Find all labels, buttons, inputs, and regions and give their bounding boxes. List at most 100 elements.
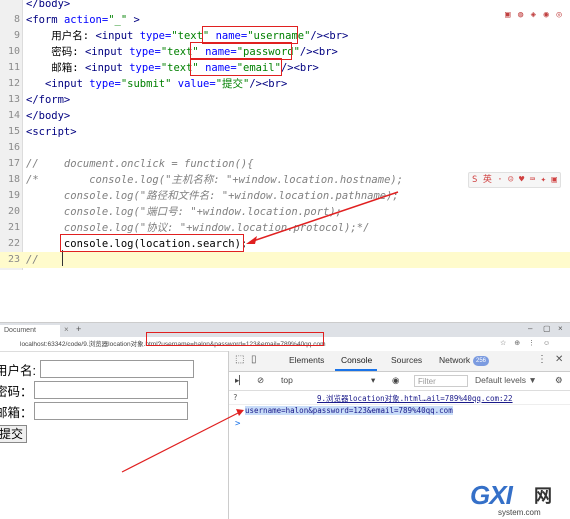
close-devtools-icon[interactable]: ✕	[555, 354, 563, 365]
maximize-icon[interactable]: ▢	[543, 324, 551, 333]
line-number: 23	[7, 254, 20, 265]
code-token: action=	[63, 14, 109, 26]
code-text: // document.onclick = function(){	[26, 156, 254, 172]
line-number: 10	[7, 46, 20, 57]
code-text: /* console.log("主机名称: "+window.location.…	[26, 172, 403, 188]
username-label: 用户名:	[0, 364, 36, 378]
code-token: </form>	[26, 94, 71, 106]
code-token: "username"	[247, 30, 311, 42]
code-line[interactable]: 9 用户名: <input type="text" name="username…	[0, 28, 570, 44]
context-select[interactable]: top	[281, 375, 293, 385]
code-line[interactable]: </body>	[0, 0, 570, 12]
code-line[interactable]: 8 <form action="_" >	[0, 12, 570, 28]
code-text: console.log("路径和文件名: "+window.location.p…	[26, 188, 399, 204]
code-editor[interactable]: </body> 8 <form action="_" >9 用户名: <input …	[0, 0, 570, 270]
code-line[interactable]: 20 console.log("端口号: "+window.location.p…	[0, 204, 570, 220]
code-text: 邮箱: <input type="text" name="email"/><br…	[26, 60, 319, 76]
browser-preview-icons[interactable]: ▣ ◍ ◈ ◉ ◎	[505, 10, 563, 20]
code-text: //	[26, 252, 39, 268]
code-token: "text"	[160, 46, 206, 58]
code-token: <input	[95, 30, 140, 42]
ime-toolbar[interactable]: S 英 · ☺ ♥ ⌨ ✦ ▣	[468, 172, 561, 188]
tab-document[interactable]: Document	[0, 325, 60, 337]
code-line[interactable]: 10 密码: <input type="text" name="password…	[0, 44, 570, 60]
address-bar-icons[interactable]: ☆ ⊕ ⋮ ☺	[500, 339, 553, 347]
console-divider	[229, 404, 570, 405]
tab-console[interactable]: Console	[341, 355, 372, 365]
inspect-icon[interactable]: ⬚	[235, 354, 244, 365]
line-number: 15	[7, 126, 20, 137]
code-text: console.log("协议: "+window.location.proto…	[26, 220, 369, 236]
code-token: "提交"	[215, 78, 250, 90]
log-source-link[interactable]: 9.浏览器location对象.html…ail=789%40qq.com:22	[317, 393, 513, 404]
code-token: 邮箱:	[26, 62, 85, 74]
code-line[interactable]: 15 <script>	[0, 124, 570, 140]
clear-console-icon[interactable]: ⊘	[257, 375, 264, 386]
console-toolbar: ▸▏ ⊘ top ▾ ◉ Filter Default levels ▼ ⚙	[229, 372, 570, 391]
text-cursor	[62, 250, 63, 266]
code-token: "email"	[236, 62, 281, 74]
highlight-query-string	[146, 332, 324, 346]
code-token: "text"	[171, 30, 216, 42]
device-toggle-icon[interactable]: ▯	[251, 354, 257, 365]
network-count-badge: 256	[473, 356, 490, 366]
watermark-logo: GXI	[470, 480, 513, 510]
watermark-domain: system.com	[498, 508, 541, 517]
line-number: 21	[7, 222, 20, 233]
new-tab-icon[interactable]: +	[76, 324, 81, 334]
console-prompt[interactable]: >	[235, 419, 240, 429]
code-line[interactable]: 16	[0, 140, 570, 156]
code-line[interactable]: 23 //	[0, 252, 570, 268]
eye-icon[interactable]: ◉	[392, 375, 399, 386]
code-text: console.log("端口号: "+window.location.port…	[26, 204, 342, 220]
code-token: </body>	[26, 0, 71, 10]
close-tab-icon[interactable]: ×	[64, 325, 69, 334]
code-line[interactable]: 22 console.log(location.search);	[0, 236, 570, 252]
submit-button[interactable]: 提交	[0, 425, 28, 443]
code-line[interactable]: 21 console.log("协议: "+window.location.pr…	[0, 220, 570, 236]
line-number: 14	[7, 110, 20, 121]
code-token: type=	[129, 62, 161, 74]
settings-gear-icon[interactable]: ⚙	[555, 375, 563, 386]
code-line[interactable]: 17 // document.onclick = function(){	[0, 156, 570, 172]
tab-elements[interactable]: Elements	[289, 355, 324, 365]
sidebar-toggle-icon[interactable]: ▸▏	[235, 375, 246, 386]
username-input[interactable]	[40, 360, 194, 378]
line-number: 17	[7, 158, 20, 169]
code-token: /* console.log("主机名称: "+window.location.…	[26, 174, 404, 186]
line-number: 12	[7, 78, 20, 89]
code-token: //	[26, 254, 39, 266]
code-token: <form	[26, 14, 64, 26]
password-input[interactable]	[34, 381, 188, 399]
context-dropdown-icon[interactable]: ▾	[371, 375, 375, 386]
code-line[interactable]: 12 <input type="submit" value="提交"/><br>	[0, 76, 570, 92]
log-levels-select[interactable]: Default levels ▼	[475, 375, 537, 385]
code-token: console.log(location.search);	[26, 238, 248, 250]
code-text: <script>	[26, 124, 77, 140]
email-input[interactable]	[34, 402, 188, 420]
site-watermark: GXI 网 system.com	[470, 480, 570, 518]
code-text: 密码: <input type="text" name="password"/>…	[26, 44, 338, 60]
code-line[interactable]: 19 console.log("路径和文件名: "+window.locatio…	[0, 188, 570, 204]
code-token: type=	[89, 78, 121, 90]
code-line[interactable]: 24	[0, 268, 570, 270]
close-window-icon[interactable]: ×	[558, 324, 563, 333]
code-line[interactable]: 11 邮箱: <input type="text" name="email"/>…	[0, 60, 570, 76]
code-token: <input	[84, 46, 130, 58]
tab-network[interactable]: Network	[439, 355, 470, 365]
code-token: console.log("端口号: "+window.location.port…	[26, 206, 342, 218]
code-token: /><br>	[310, 30, 349, 42]
devtools-tabs: ⬚ ▯ Elements Console Sources Network 256…	[229, 351, 570, 372]
code-token: 密码:	[26, 46, 85, 58]
code-text: </form>	[26, 92, 70, 108]
tab-sources[interactable]: Sources	[391, 355, 422, 365]
minimize-icon[interactable]: –	[528, 324, 532, 333]
code-token: name=	[215, 30, 248, 42]
code-line[interactable]: 14 </body>	[0, 108, 570, 124]
line-number: 11	[7, 62, 20, 73]
code-text: <input type="submit" value="提交"/><br>	[26, 76, 287, 92]
code-line[interactable]: 13 </form>	[0, 92, 570, 108]
filter-input[interactable]: Filter	[414, 375, 468, 387]
more-options-icon[interactable]: ⋮	[537, 354, 547, 365]
